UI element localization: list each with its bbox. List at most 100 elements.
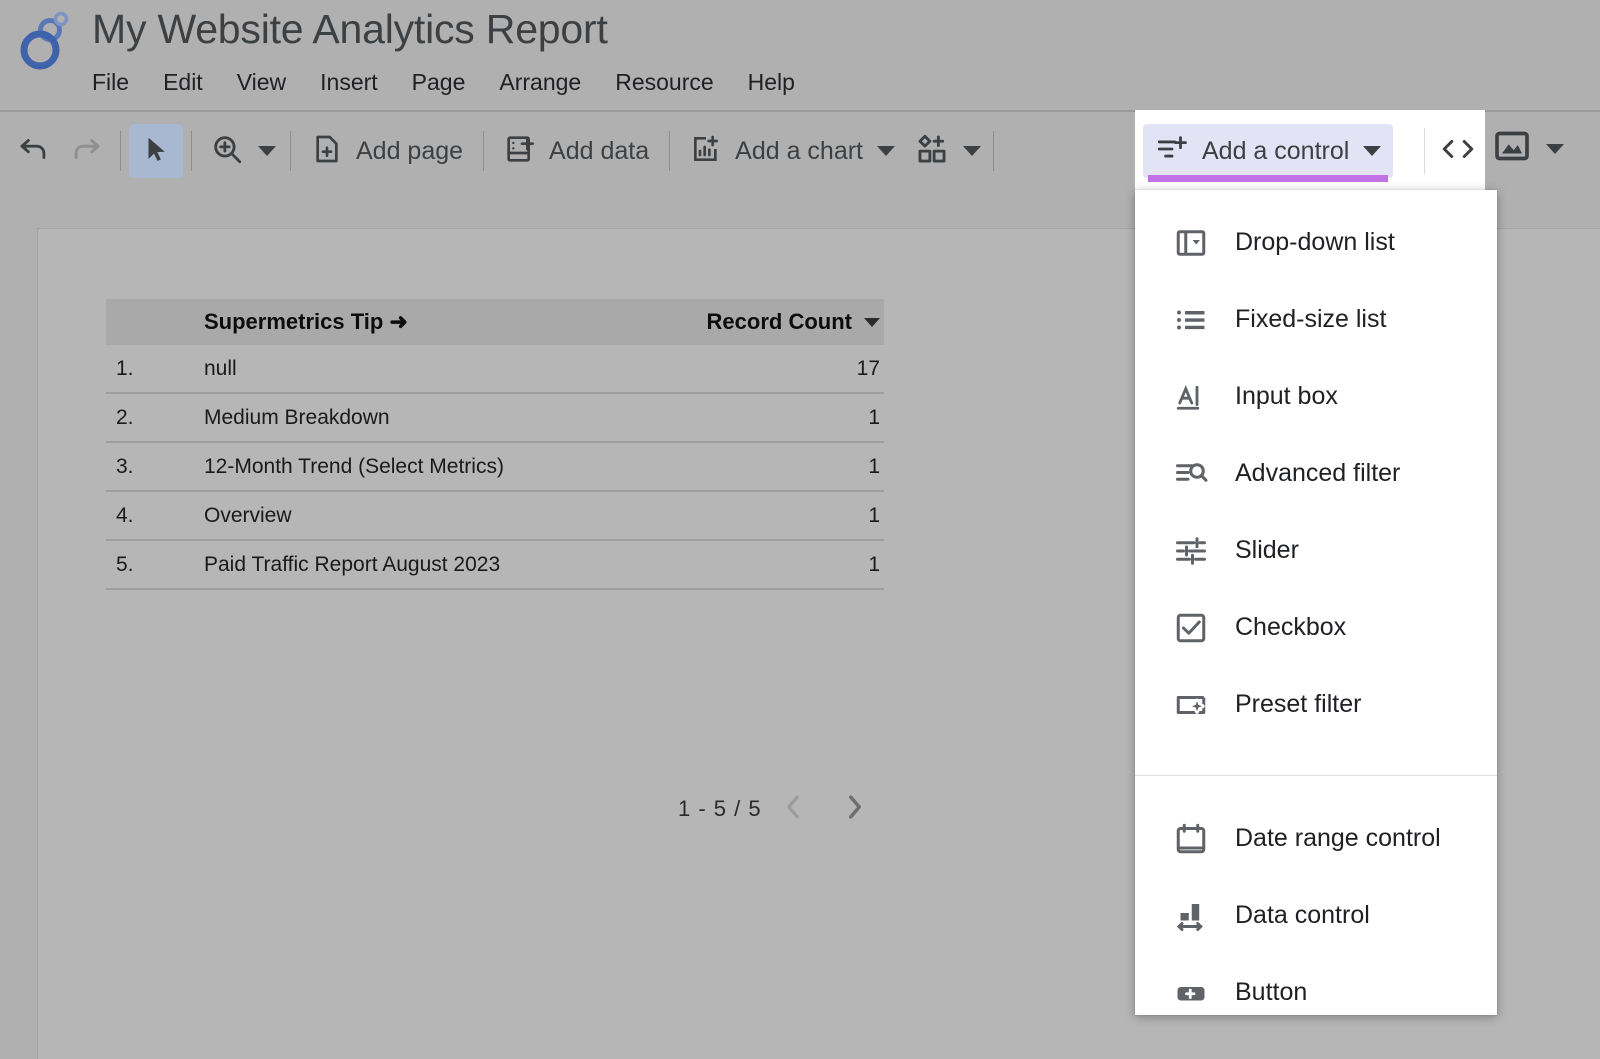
menu-item-resource[interactable]: Resource [598, 66, 730, 98]
add-chart-label: Add a chart [735, 137, 863, 166]
add-a-control-caret-icon[interactable] [1363, 146, 1381, 156]
menu-item-input-box[interactable]: Input box [1135, 358, 1497, 435]
toolbar-divider [120, 131, 121, 171]
menu-item-label: Preset filter [1235, 690, 1361, 719]
menu-item-drop-down-list[interactable]: Drop-down list [1135, 204, 1497, 281]
table-header-row: Supermetrics Tip ➜ Record Count [106, 299, 884, 345]
report-table-widget[interactable]: Supermetrics Tip ➜ Record Count 1. null … [106, 299, 884, 590]
table-row[interactable]: 2. Medium Breakdown 1 [106, 394, 884, 443]
zoom-in-icon [210, 132, 244, 171]
menu-item-file[interactable]: File [92, 66, 146, 98]
redo-icon [69, 132, 103, 171]
table-header-metric[interactable]: Record Count [634, 309, 884, 335]
pagination-next-button[interactable] [824, 784, 886, 834]
add-a-control-label: Add a control [1202, 137, 1349, 166]
toolbar-divider [669, 131, 670, 171]
menu-item-insert[interactable]: Insert [303, 66, 395, 98]
report-title[interactable]: My Website Analytics Report [92, 6, 608, 53]
cursor-arrow-icon [141, 134, 171, 169]
table-header-metric-label: Record Count [707, 309, 852, 335]
select-tool-button[interactable] [129, 124, 183, 178]
community-visualization-button[interactable] [907, 125, 985, 177]
menu-item-fixed-size-list[interactable]: Fixed-size list [1135, 281, 1497, 358]
pagination-prev-button[interactable] [762, 784, 824, 834]
menu-item-checkbox[interactable]: Checkbox [1135, 589, 1497, 666]
looker-studio-report-editor: My Website Analytics Report File Edit Vi… [0, 0, 1600, 1059]
sort-descending-icon[interactable] [864, 318, 880, 327]
menu-item-preset-filter[interactable]: Preset filter [1135, 666, 1497, 743]
row-dimension: Paid Traffic Report August 2023 [204, 553, 634, 577]
zoom-dropdown-caret-icon[interactable] [258, 146, 276, 156]
community-visualization-icon [915, 132, 949, 171]
row-dimension: Overview [204, 504, 634, 528]
menu-item-view[interactable]: View [220, 66, 303, 98]
menu-item-button[interactable]: Button [1135, 954, 1497, 1031]
app-header: My Website Analytics Report File Edit Vi… [0, 0, 1600, 110]
row-metric: 1 [634, 504, 884, 528]
menu-item-help[interactable]: Help [731, 66, 812, 98]
add-control-icon [1155, 132, 1189, 171]
menu-item-date-range-control[interactable]: Date range control [1135, 800, 1497, 877]
undo-button[interactable] [8, 125, 60, 177]
row-metric: 1 [634, 553, 884, 577]
menu-item-label: Data control [1235, 901, 1370, 930]
table-row[interactable]: 1. null 17 [106, 345, 884, 394]
add-chart-button[interactable]: Add a chart [678, 125, 907, 177]
toolbar-divider [1424, 128, 1425, 174]
menu-item-label: Checkbox [1235, 613, 1346, 642]
table-row[interactable]: 3. 12-Month Trend (Select Metrics) 1 [106, 443, 884, 492]
menu-item-slider[interactable]: Slider [1135, 512, 1497, 589]
menu-item-page[interactable]: Page [395, 66, 483, 98]
menu-item-edit[interactable]: Edit [146, 66, 220, 98]
add-a-control-button[interactable]: Add a control [1143, 124, 1393, 178]
row-dimension: null [204, 357, 634, 381]
menu-bar: File Edit View Insert Page Arrange Resou… [92, 66, 812, 98]
toolbar-divider [993, 131, 994, 171]
fixed-size-list-icon [1169, 298, 1213, 342]
embed-code-button[interactable] [1432, 126, 1484, 176]
add-page-label: Add page [356, 137, 463, 166]
advanced-filter-icon [1169, 452, 1213, 496]
table-header-dimension[interactable]: Supermetrics Tip ➜ [204, 309, 634, 335]
image-icon [1492, 126, 1532, 171]
data-control-icon [1169, 894, 1213, 938]
add-data-icon [504, 133, 536, 170]
menu-item-arrange[interactable]: Arrange [482, 66, 598, 98]
looker-studio-logo-icon[interactable] [18, 8, 76, 70]
chevron-left-icon [780, 790, 806, 829]
row-index: 1. [106, 357, 204, 381]
table-row[interactable]: 4. Overview 1 [106, 492, 884, 541]
menu-item-label: Date range control [1235, 824, 1441, 853]
button-icon [1169, 971, 1213, 1015]
add-page-button[interactable]: Add page [299, 125, 475, 177]
add-data-button[interactable]: Add data [492, 125, 661, 177]
add-page-icon [311, 133, 343, 170]
calendar-icon [1169, 817, 1213, 861]
zoom-button[interactable] [200, 125, 282, 177]
add-image-caret-icon[interactable] [1546, 144, 1564, 154]
row-dimension: 12-Month Trend (Select Metrics) [204, 455, 634, 479]
toolbar-divider [191, 131, 192, 171]
add-data-label: Add data [549, 137, 649, 166]
menu-item-data-control[interactable]: Data control [1135, 877, 1497, 954]
add-image-button[interactable] [1492, 126, 1564, 171]
row-metric: 17 [634, 357, 884, 381]
checkbox-icon [1169, 606, 1213, 650]
add-chart-dropdown-caret-icon[interactable] [877, 146, 895, 156]
menu-item-label: Drop-down list [1235, 228, 1395, 257]
menu-divider [1135, 775, 1497, 776]
add-chart-icon [690, 133, 722, 170]
pagination-range-label: 1 - 5 / 5 [678, 796, 762, 822]
input-box-icon [1169, 375, 1213, 419]
toolbar-divider [483, 131, 484, 171]
table-row[interactable]: 5. Paid Traffic Report August 2023 1 [106, 541, 884, 590]
active-tool-underline [1148, 175, 1388, 182]
chevron-right-icon [842, 790, 868, 829]
row-metric: 1 [634, 406, 884, 430]
redo-button[interactable] [60, 125, 112, 177]
menu-item-advanced-filter[interactable]: Advanced filter [1135, 435, 1497, 512]
toolbar-divider [290, 131, 291, 171]
community-visualization-caret-icon[interactable] [963, 146, 981, 156]
row-index: 2. [106, 406, 204, 430]
undo-icon [17, 132, 51, 171]
